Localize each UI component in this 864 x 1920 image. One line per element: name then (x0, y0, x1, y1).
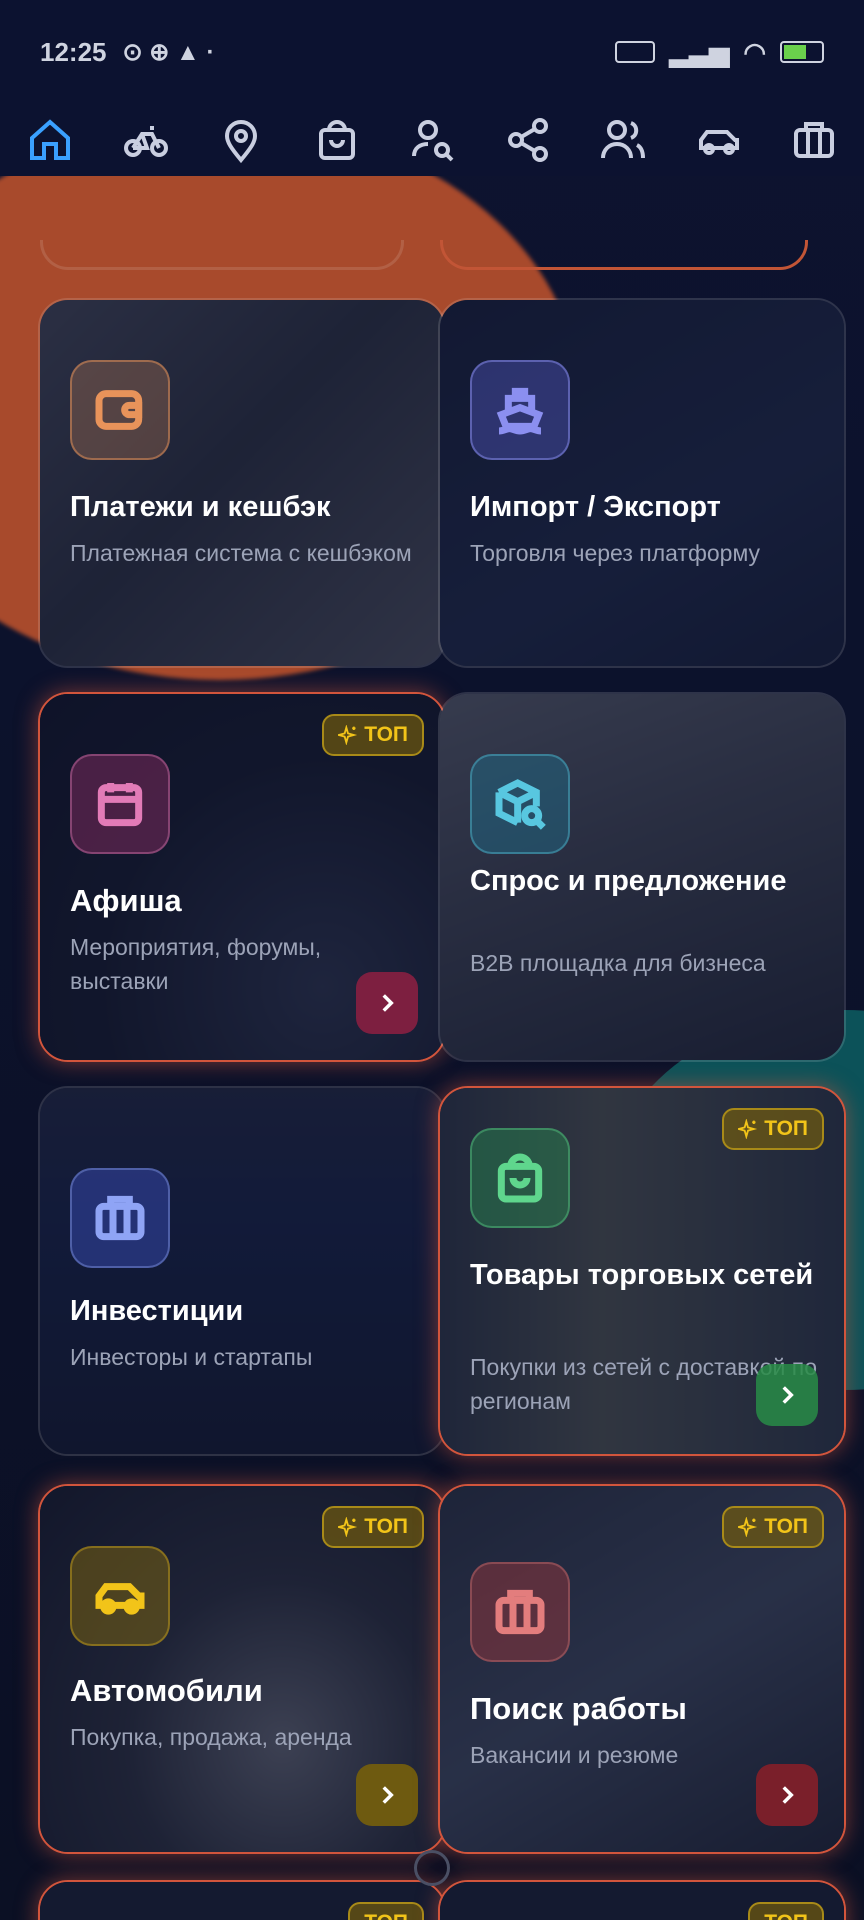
sparkle-icon (738, 1517, 758, 1537)
previous-card-edge-left (40, 240, 404, 270)
card-subtitle: Торговля через платформу (470, 540, 761, 566)
nav-home-icon[interactable] (22, 112, 78, 168)
card-title: Поиск работы (470, 1691, 687, 1726)
card-overlay (440, 300, 844, 666)
sparkle-icon (338, 1517, 358, 1537)
card-title: Афиша (70, 883, 182, 918)
card-investments[interactable]: Инвестиции Инвесторы и стартапы (38, 1086, 446, 1456)
card-title: Платежи и кешбэк (70, 491, 331, 523)
car-icon (70, 1546, 170, 1646)
home-gesture-indicator[interactable] (414, 1850, 450, 1886)
nav-car-icon[interactable] (691, 112, 747, 168)
top-badge-label: ТОП (764, 1515, 808, 1538)
card-subtitle: B2B площадка для бизнеса (470, 950, 766, 976)
ship-icon (470, 360, 570, 460)
top-badge-label: ТОП (364, 1515, 408, 1538)
calendar-icon (70, 754, 170, 854)
nav-user-search-icon[interactable] (404, 112, 460, 168)
card-demand-supply[interactable]: Спрос и предложение B2B площадка для биз… (438, 692, 846, 1062)
card-cars[interactable]: ТОП Автомобили Покупка, продажа, аренда (38, 1484, 446, 1854)
wifi-icon: ◠ (743, 36, 766, 67)
top-badge: ТОП (322, 1506, 424, 1548)
nav-shop-bag-icon[interactable] (309, 112, 365, 168)
card-payments[interactable]: Платежи и кешбэк Платежная система с кеш… (38, 298, 446, 668)
sparkle-icon (338, 725, 358, 745)
previous-card-edge-right (440, 240, 808, 270)
chevron-right-icon (382, 994, 394, 1012)
card-title: Импорт / Экспорт (470, 491, 721, 523)
open-arrow-button[interactable] (756, 1764, 818, 1826)
top-nav (0, 104, 864, 176)
card-import-export[interactable]: Импорт / Экспорт Торговля через платформ… (438, 298, 846, 668)
card-subtitle: Мероприятия, форумы, выставки (70, 934, 322, 994)
card-next-left[interactable]: ТОП (38, 1880, 446, 1920)
chevron-right-icon (382, 1786, 394, 1804)
open-arrow-button[interactable] (356, 972, 418, 1034)
bag-icon (470, 1128, 570, 1228)
open-arrow-button[interactable] (756, 1364, 818, 1426)
card-overlay (40, 300, 444, 666)
top-badge: ТОП (722, 1108, 824, 1150)
top-badge: ТОП (322, 714, 424, 756)
top-badge-label: ТОП (764, 1911, 808, 1920)
chevron-right-icon (782, 1786, 794, 1804)
card-next-right[interactable]: ТОП (438, 1880, 846, 1920)
top-badge: ТОП (722, 1506, 824, 1548)
nfc-icon (615, 41, 656, 63)
card-afisha[interactable]: ТОП Афиша Мероприятия, форумы, выставки (38, 692, 446, 1062)
top-badge-label: ТОП (364, 723, 408, 746)
card-subtitle: Покупка, продажа, аренда (70, 1724, 352, 1750)
box-search-icon (470, 754, 570, 854)
card-title: Автомобили (70, 1673, 263, 1708)
nav-users-icon[interactable] (595, 112, 651, 168)
top-badge: ТОП (348, 1902, 424, 1920)
card-retail-goods[interactable]: ТОП Товары торговых сетей Покупки из сет… (438, 1086, 846, 1456)
signal-icon: ▂▃▅ (669, 36, 730, 67)
briefcase-icon (470, 1562, 570, 1662)
briefcase-icon (70, 1168, 170, 1268)
nav-location-icon[interactable] (213, 112, 269, 168)
sparkle-icon (738, 1119, 758, 1139)
card-subtitle: Инвесторы и стартапы (70, 1344, 313, 1370)
card-title: Инвестиции (70, 1295, 244, 1327)
status-time: 12:25 (40, 36, 107, 67)
card-overlay (40, 1088, 444, 1454)
top-badge: ТОП (748, 1902, 824, 1920)
nav-share-icon[interactable] (500, 112, 556, 168)
card-subtitle: Платежная система с кешбэком (70, 540, 412, 566)
nav-bike-icon[interactable] (118, 112, 174, 168)
top-badge-label: ТОП (364, 1911, 408, 1920)
card-title: Спрос и предложение (470, 865, 787, 897)
card-jobs[interactable]: ТОП Поиск работы Вакансии и резюме (438, 1484, 846, 1854)
chevron-right-icon (782, 1386, 794, 1404)
battery-icon (780, 41, 824, 63)
open-arrow-button[interactable] (356, 1764, 418, 1826)
wallet-icon (70, 360, 170, 460)
nav-briefcase-icon[interactable] (786, 112, 842, 168)
status-bar: 12:25 ⊙ ⊕ ▲ · ▂▃▅ ◠ (0, 0, 864, 104)
top-badge-label: ТОП (764, 1117, 808, 1140)
card-title: Товары торговых сетей (470, 1259, 814, 1291)
notification-icons: ⊙ ⊕ ▲ · (122, 38, 215, 66)
